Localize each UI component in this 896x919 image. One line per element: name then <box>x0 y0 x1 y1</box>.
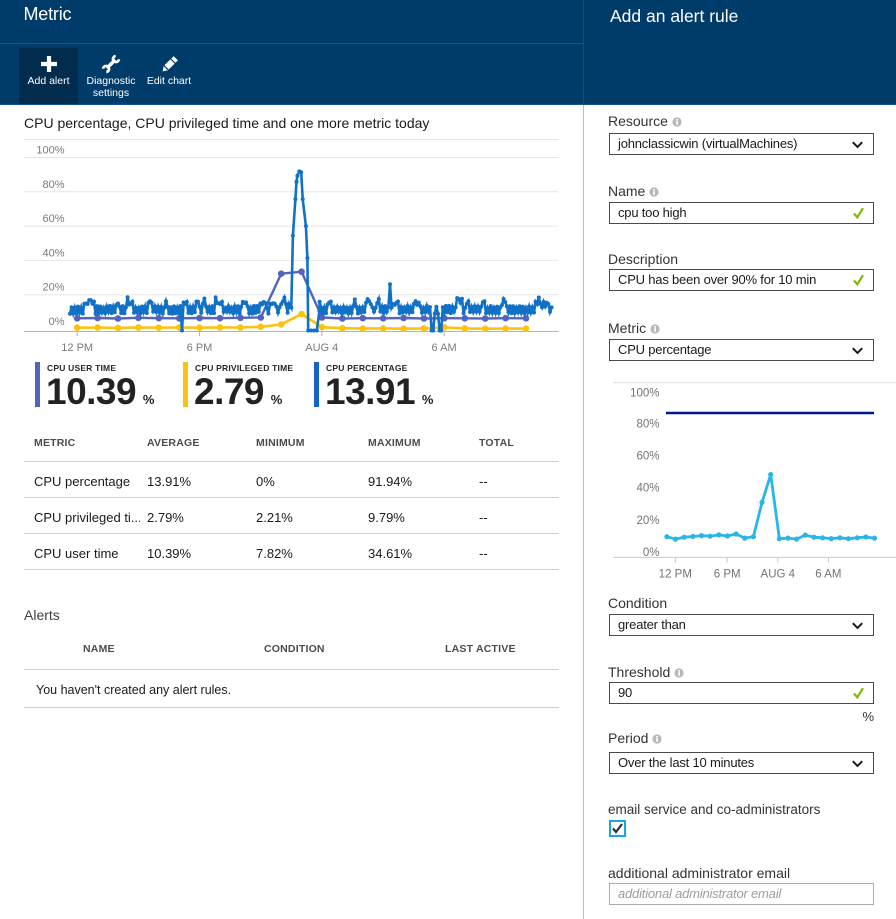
svg-text:100%: 100% <box>630 388 659 400</box>
svg-text:12 PM: 12 PM <box>659 569 692 581</box>
svg-text:0%: 0% <box>643 547 660 559</box>
svg-text:6 PM: 6 PM <box>714 569 741 581</box>
svg-text:6 AM: 6 AM <box>815 569 841 581</box>
svg-text:AUG 4: AUG 4 <box>761 569 796 581</box>
svg-text:40%: 40% <box>636 482 659 494</box>
svg-text:80%: 80% <box>636 418 659 430</box>
svg-text:20%: 20% <box>636 515 659 527</box>
svg-text:60%: 60% <box>636 450 659 462</box>
